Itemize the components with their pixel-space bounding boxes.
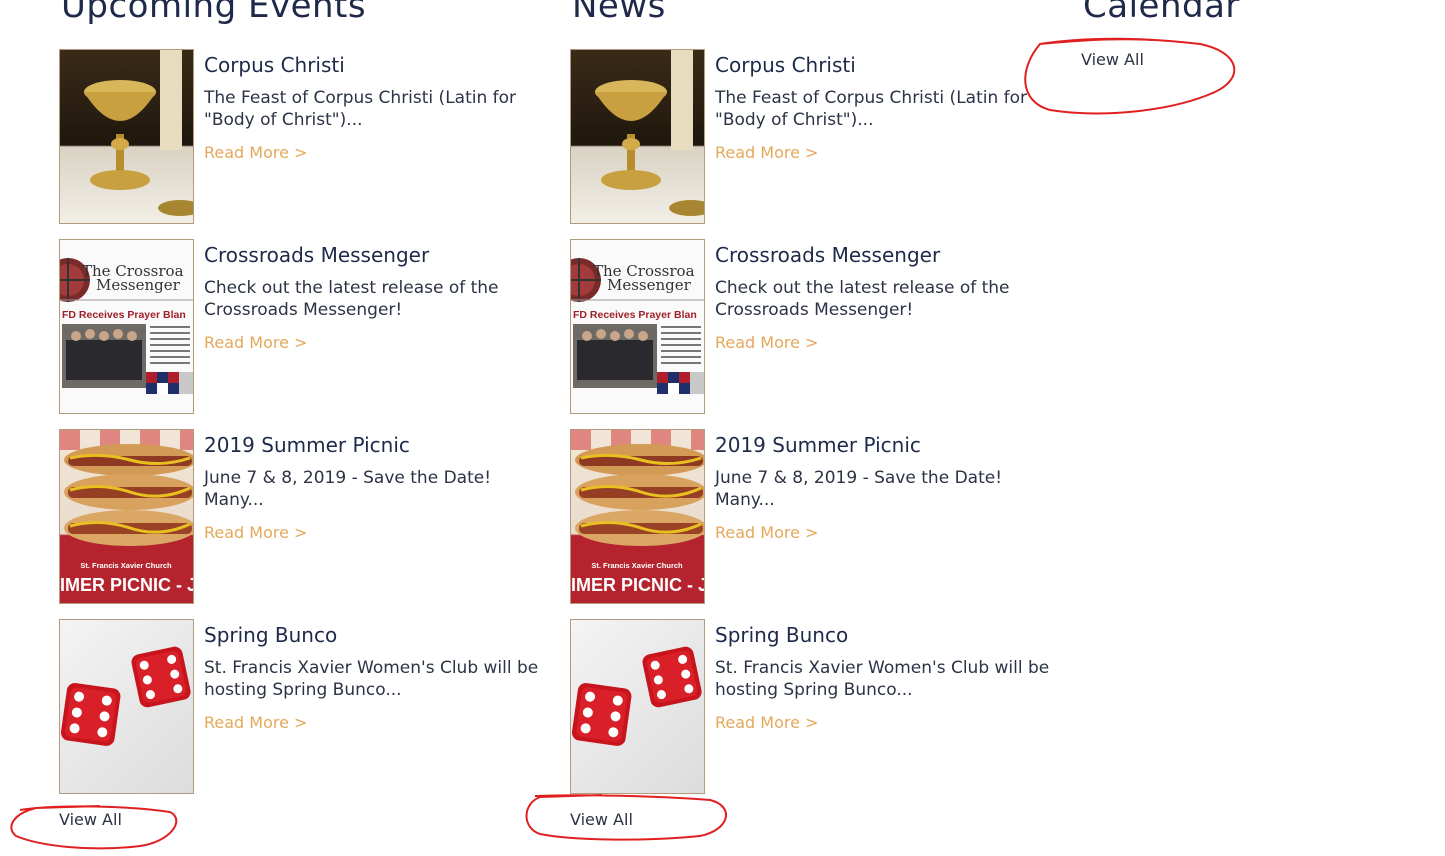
news-card-summer-picnic[interactable]: St. Francis Xavier Church IMER PICNIC - … [570, 429, 1050, 604]
read-more-link[interactable]: Read More > [715, 713, 818, 732]
read-more-link[interactable]: Read More > [715, 523, 818, 542]
event-card-summer-picnic[interactable]: St. Francis Xavier Church IMER PICNIC - … [59, 429, 539, 604]
svg-text:IMER PICNIC - JU: IMER PICNIC - JU [60, 575, 193, 595]
news-card-crossroads-messenger[interactable]: The Crossroa Messenger FD Receives Praye… [570, 239, 1050, 414]
svg-text:Messenger: Messenger [96, 276, 181, 294]
svg-text:St. Francis Xavier Church: St. Francis Xavier Church [80, 561, 172, 570]
newsletter-image[interactable]: The Crossroa Messenger FD Receives Praye… [59, 239, 194, 414]
picnic-image[interactable]: St. Francis Xavier Church IMER PICNIC - … [59, 429, 194, 604]
dice-image[interactable] [570, 619, 705, 794]
calendar-view-all-link[interactable]: View All [1081, 50, 1144, 69]
read-more-link[interactable]: Read More > [715, 143, 818, 162]
news-card-spring-bunco[interactable]: Spring Bunco St. Francis Xavier Women's … [570, 619, 1050, 794]
event-card-spring-bunco[interactable]: Spring Bunco St. Francis Xavier Women's … [59, 619, 539, 794]
event-excerpt: The Feast of Corpus Christi (Latin for "… [204, 88, 517, 130]
event-title[interactable]: Crossroads Messenger [204, 243, 429, 267]
read-more-link[interactable]: Read More > [715, 333, 818, 352]
event-card-corpus-christi[interactable]: Corpus Christi The Feast of Corpus Chris… [59, 49, 539, 224]
chalice-image[interactable] [59, 49, 194, 224]
chalice-image[interactable] [570, 49, 705, 224]
svg-text:St. Francis Xavier Church: St. Francis Xavier Church [591, 561, 683, 570]
events-heading: Upcoming Events [61, 0, 367, 26]
event-title[interactable]: Spring Bunco [204, 623, 337, 647]
read-more-link[interactable]: Read More > [204, 523, 307, 542]
news-heading: News [572, 0, 666, 26]
calendar-heading: Calendar [1083, 0, 1240, 26]
newsletter-image[interactable]: The Crossroa Messenger FD Receives Praye… [570, 239, 705, 414]
news-excerpt: Check out the latest release of the Cros… [715, 278, 1010, 320]
news-excerpt: June 7 & 8, 2019 - Save the Date! Many..… [715, 468, 1003, 510]
event-card-crossroads-messenger[interactable]: The Crossroa Messenger FD Receives Praye… [59, 239, 539, 414]
events-view-all-link[interactable]: View All [59, 810, 122, 829]
event-excerpt: Check out the latest release of the Cros… [204, 278, 499, 320]
event-title[interactable]: Corpus Christi [204, 53, 345, 77]
svg-text:IMER PICNIC - JU: IMER PICNIC - JU [571, 575, 704, 595]
news-title[interactable]: 2019 Summer Picnic [715, 433, 921, 457]
read-more-link[interactable]: Read More > [204, 143, 307, 162]
news-excerpt: The Feast of Corpus Christi (Latin for "… [715, 88, 1028, 130]
event-excerpt: St. Francis Xavier Women's Club will be … [204, 658, 539, 700]
dice-image[interactable] [59, 619, 194, 794]
news-title[interactable]: Corpus Christi [715, 53, 856, 77]
news-card-corpus-christi[interactable]: Corpus Christi The Feast of Corpus Chris… [570, 49, 1050, 224]
read-more-link[interactable]: Read More > [204, 333, 307, 352]
svg-text:Messenger: Messenger [607, 276, 692, 294]
read-more-link[interactable]: Read More > [204, 713, 307, 732]
svg-text:FD Receives Prayer Blan: FD Receives Prayer Blan [62, 309, 186, 321]
svg-text:FD Receives Prayer Blan: FD Receives Prayer Blan [573, 309, 697, 321]
event-title[interactable]: 2019 Summer Picnic [204, 433, 410, 457]
news-excerpt: St. Francis Xavier Women's Club will be … [715, 658, 1050, 700]
event-excerpt: June 7 & 8, 2019 - Save the Date! Many..… [204, 468, 492, 510]
news-view-all-link[interactable]: View All [570, 810, 633, 829]
news-title[interactable]: Spring Bunco [715, 623, 848, 647]
picnic-image[interactable]: St. Francis Xavier Church IMER PICNIC - … [570, 429, 705, 604]
news-title[interactable]: Crossroads Messenger [715, 243, 940, 267]
